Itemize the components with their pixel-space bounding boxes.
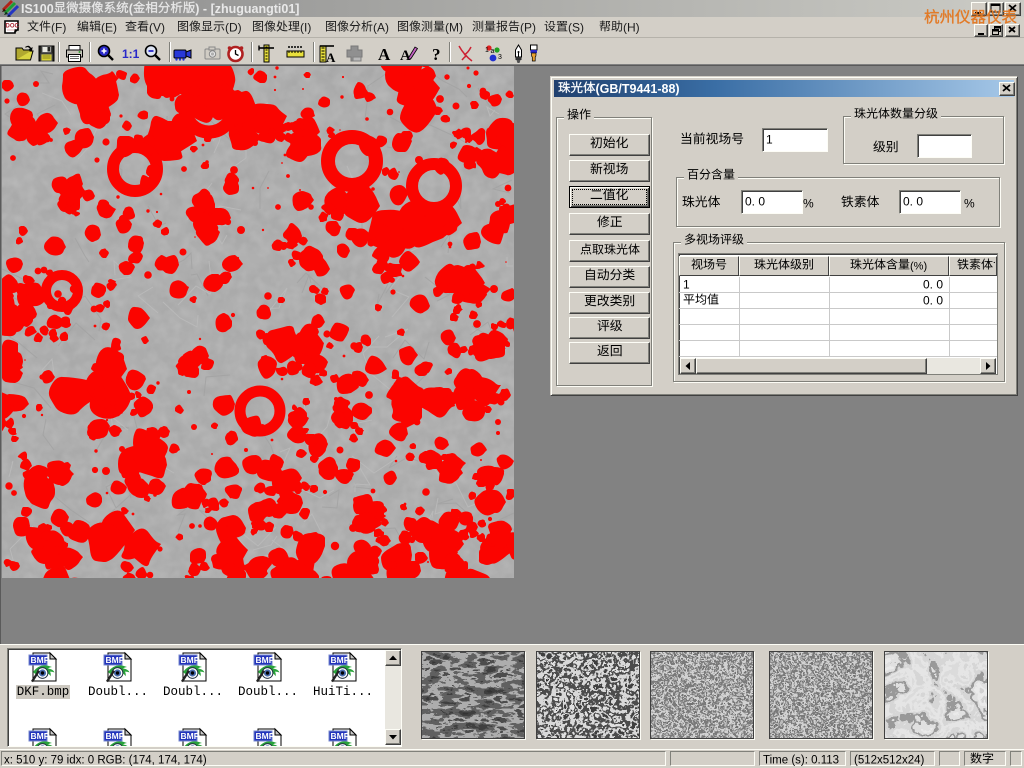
svg-text:(D): (D) <box>225 21 242 35</box>
svg-text:(%): (%) <box>910 260 927 272</box>
svg-text:(H): (H) <box>623 21 640 35</box>
svg-text:1: 1 <box>766 133 773 147</box>
svg-text:a: a <box>491 48 495 55</box>
svg-text:BMP: BMP <box>331 655 350 665</box>
svg-text:3: 3 <box>498 54 502 61</box>
svg-text:(M): (M) <box>445 21 463 35</box>
svg-text:BMP: BMP <box>256 731 275 741</box>
svg-text:A: A <box>326 50 336 64</box>
svg-text:(GB/T9441-88): (GB/T9441-88) <box>596 82 680 96</box>
svg-text:BMP: BMP <box>181 655 200 665</box>
svg-text:DOC: DOC <box>6 24 20 30</box>
svg-text:BMP: BMP <box>31 731 50 741</box>
svg-text:%: % <box>964 197 975 211</box>
svg-text:(512x512x24): (512x512x24) <box>854 754 924 766</box>
svg-text:BMP: BMP <box>331 731 350 741</box>
svg-text:) - [zhuguangti01]: ) - [zhuguangti01] <box>195 2 299 16</box>
svg-text:(V): (V) <box>149 21 165 35</box>
svg-text:BMP: BMP <box>106 655 125 665</box>
svg-text:x: 510 y: 79 idx: 0 RGB: (17: x: 510 y: 79 idx: 0 RGB: (174, 174, 174) <box>4 754 207 766</box>
svg-text:%: % <box>803 197 814 211</box>
svg-text:BMP: BMP <box>256 655 275 665</box>
svg-text:BMP: BMP <box>106 731 125 741</box>
svg-text:?: ? <box>432 45 441 64</box>
svg-text:(F): (F) <box>51 21 66 35</box>
svg-text:(P): (P) <box>520 21 536 35</box>
svg-text:1: 1 <box>485 47 489 54</box>
svg-text:(A): (A) <box>373 21 389 35</box>
svg-text:(E): (E) <box>101 21 117 35</box>
svg-text:Time (s): 0.113: Time (s): 0.113 <box>763 754 839 766</box>
svg-text:0. 0: 0. 0 <box>745 195 765 209</box>
svg-text:IS100: IS100 <box>21 2 54 16</box>
svg-text:0. 0: 0. 0 <box>923 278 943 292</box>
svg-text:BMP: BMP <box>31 655 50 665</box>
svg-text:BMP: BMP <box>181 731 200 741</box>
svg-text:(S): (S) <box>568 21 584 35</box>
svg-text:1:1: 1:1 <box>122 47 140 61</box>
svg-text:A: A <box>378 45 391 64</box>
svg-text:(I): (I) <box>300 21 311 35</box>
svg-text:1: 1 <box>683 278 690 292</box>
svg-text:0. 0: 0. 0 <box>923 294 943 308</box>
svg-text:0. 0: 0. 0 <box>903 195 923 209</box>
svg-text:(: ( <box>129 2 134 16</box>
